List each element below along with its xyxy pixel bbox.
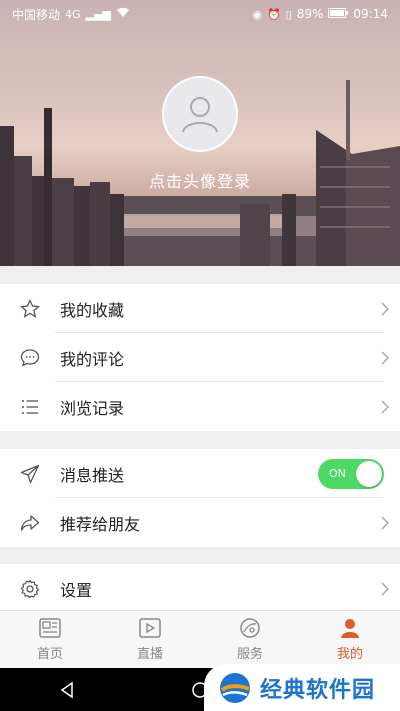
menu-group-personal: 我的收藏 我的评论 浏览记录	[0, 284, 400, 431]
menu-item-label: 我的评论	[60, 349, 125, 369]
menu-item-label: 浏览记录	[60, 398, 125, 418]
bottom-tab-bar: 首页 直播 服务 我的	[0, 610, 400, 668]
user-avatar-icon	[182, 97, 218, 133]
tab-label: 首页	[36, 647, 63, 662]
service-icon	[240, 618, 260, 638]
network-type-label: 4G	[65, 7, 81, 21]
tab-mine[interactable]: 我的	[300, 611, 400, 668]
comment-icon	[0, 348, 60, 368]
avatar-button[interactable]	[162, 76, 238, 152]
menu-item-label: 推荐给朋友	[60, 514, 141, 534]
tab-service[interactable]: 服务	[200, 611, 300, 668]
user-icon	[341, 619, 359, 638]
vibrate-icon: ▯	[285, 7, 292, 21]
chevron-right-icon	[370, 581, 400, 596]
back-button[interactable]	[37, 681, 97, 699]
tab-home[interactable]: 首页	[0, 611, 100, 668]
back-triangle-icon	[60, 681, 73, 698]
menu-item-settings[interactable]: 设置	[0, 564, 400, 613]
star-icon	[0, 298, 60, 319]
gear-icon	[0, 579, 60, 599]
chevron-right-icon	[370, 350, 400, 365]
clock-time: 09:14	[353, 7, 388, 21]
chevron-right-icon	[370, 515, 400, 530]
status-bar: 中国移动 4G ▂▄▆ ◉ ⏰ ▯ 89% 09:14	[0, 0, 400, 28]
toggle-state-label: ON	[329, 466, 346, 480]
chevron-right-icon	[370, 301, 400, 316]
push-notifications-toggle[interactable]: ON	[318, 458, 384, 489]
menu-group-settings: 设置	[0, 564, 400, 613]
battery-icon	[328, 7, 349, 21]
menu-item-share[interactable]: 推荐给朋友	[0, 498, 400, 547]
eye-icon: ◉	[252, 7, 262, 21]
menu-group-notifications: 消息推送 ON 推荐给朋友	[0, 449, 400, 547]
watermark-logo-icon	[220, 672, 250, 703]
menu-item-history[interactable]: 浏览记录	[0, 382, 400, 431]
battery-percent: 89%	[296, 7, 324, 21]
watermark-logo: 经典软件园	[204, 664, 400, 711]
menu-item-push-notifications: 消息推送 ON	[0, 449, 400, 498]
alarm-icon: ⏰	[266, 7, 281, 21]
chevron-right-icon	[370, 399, 400, 414]
menu-item-comments[interactable]: 我的评论	[0, 333, 400, 382]
watermark-text: 经典软件园	[260, 677, 376, 703]
wifi-icon	[116, 7, 130, 21]
tab-label: 直播	[136, 647, 163, 662]
tab-live[interactable]: 直播	[100, 611, 200, 668]
carrier-label: 中国移动	[12, 7, 61, 22]
menu-item-label: 我的收藏	[60, 300, 125, 320]
news-icon	[39, 618, 61, 638]
tab-label: 服务	[236, 647, 263, 662]
menu-item-favorites[interactable]: 我的收藏	[0, 284, 400, 333]
login-prompt[interactable]: 点击头像登录	[0, 168, 400, 192]
toggle-knob	[356, 460, 382, 487]
menu-item-label: 消息推送	[60, 465, 125, 485]
share-icon	[0, 513, 60, 533]
profile-header: 中国移动 4G ▂▄▆ ◉ ⏰ ▯ 89% 09:14 点击头像登录	[0, 0, 400, 266]
list-icon	[0, 397, 60, 417]
signal-icon: ▂▄▆	[85, 7, 111, 21]
live-video-icon	[139, 618, 161, 638]
menu-item-label: 设置	[60, 580, 93, 600]
tab-label: 我的	[336, 647, 363, 662]
send-icon	[0, 464, 60, 484]
